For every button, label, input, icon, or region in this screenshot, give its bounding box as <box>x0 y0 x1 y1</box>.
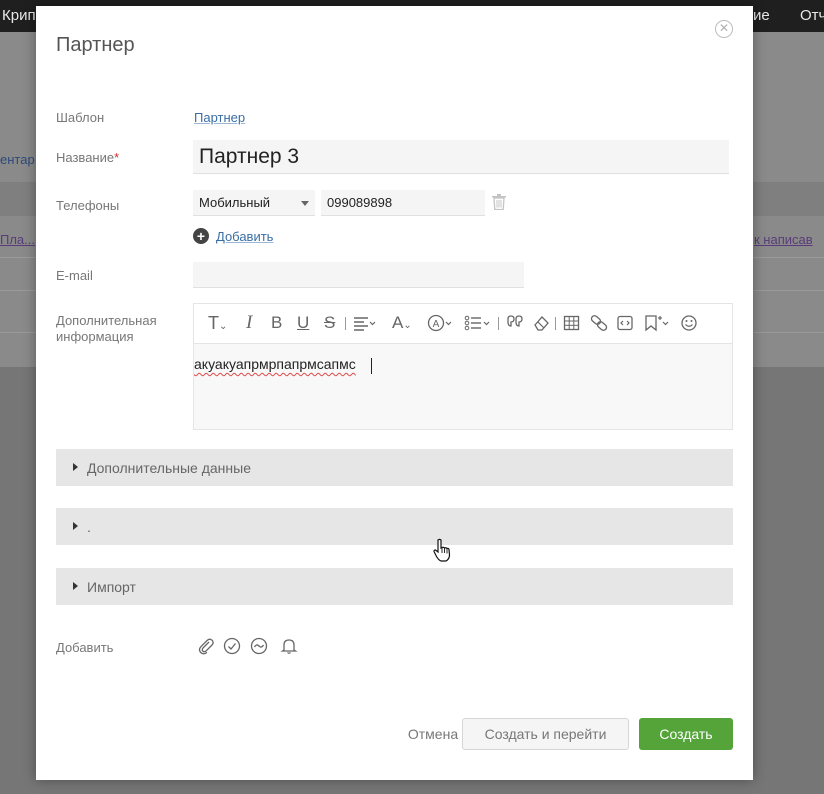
name-label: Название* <box>56 150 120 165</box>
editor-content[interactable]: акуакуапрмрпапрмсапмс <box>194 344 732 429</box>
highlight-icon[interactable]: A <box>427 313 453 333</box>
font-color-icon[interactable]: A⌄ <box>392 313 412 333</box>
bell-icon[interactable] <box>280 637 298 655</box>
dialog-title: Партнер <box>56 34 135 56</box>
info-text: акуакуапрмрпапрмсапмс <box>194 356 356 372</box>
name-input[interactable] <box>193 140 729 174</box>
partner-create-dialog: ✕ Партнер Шаблон Партнер Название* Телеф… <box>36 6 753 780</box>
check-circle-icon[interactable] <box>223 637 241 655</box>
info-label: Дополнительная информация <box>56 313 157 344</box>
trash-icon[interactable] <box>492 194 506 211</box>
section-additional-data[interactable]: Дополнительные данные <box>56 449 733 486</box>
strikethrough-icon[interactable]: S <box>324 313 335 333</box>
hand-cursor-icon <box>432 538 452 562</box>
text-style-icon[interactable]: T⌄ <box>208 313 227 333</box>
chevron-down-icon <box>301 201 309 206</box>
close-icon[interactable]: ✕ <box>715 20 733 38</box>
nav-item[interactable]: Отч <box>800 0 824 32</box>
section-dot[interactable]: . <box>56 508 733 545</box>
underline-icon[interactable]: U <box>297 313 309 333</box>
bold-icon[interactable]: B <box>271 313 282 333</box>
link-icon[interactable] <box>590 313 608 333</box>
section-label: Импорт <box>87 579 136 595</box>
caret-right-icon <box>73 582 78 590</box>
nav-item[interactable]: Крип <box>2 0 36 32</box>
template-label: Шаблон <box>56 110 105 125</box>
background-link[interactable]: Пла... <box>0 232 35 247</box>
add-attachments-label: Добавить <box>56 640 114 655</box>
section-label: . <box>87 519 91 535</box>
eraser-icon[interactable] <box>533 313 551 333</box>
caret-right-icon <box>73 522 78 530</box>
paperclip-icon[interactable] <box>197 637 215 655</box>
phones-label: Телефоны <box>56 198 120 213</box>
email-label: E-mail <box>56 268 93 283</box>
section-import[interactable]: Импорт <box>56 568 733 605</box>
bookmark-add-icon[interactable] <box>643 313 671 333</box>
emoji-icon[interactable] <box>680 313 698 333</box>
background-link[interactable]: к написав <box>754 232 813 247</box>
svg-text:A: A <box>433 319 440 330</box>
template-link[interactable]: Партнер <box>194 110 245 125</box>
align-icon[interactable] <box>353 313 377 333</box>
phone-type-select[interactable]: Мобильный <box>193 190 315 216</box>
embed-file-icon[interactable] <box>616 313 634 333</box>
background-text: ентар <box>0 152 35 167</box>
quote-icon[interactable] <box>506 313 524 333</box>
required-marker: * <box>114 150 120 165</box>
phone-number-input[interactable] <box>321 190 485 216</box>
nav-item[interactable]: ие <box>753 0 770 32</box>
wave-circle-icon[interactable] <box>250 637 268 655</box>
text-cursor <box>371 358 372 374</box>
create-and-go-button[interactable]: Создать и перейти <box>462 718 629 750</box>
caret-right-icon <box>73 463 78 471</box>
add-phone-label: Добавить <box>216 229 274 244</box>
create-button[interactable]: Создать <box>639 718 733 750</box>
italic-icon[interactable]: I <box>246 313 252 333</box>
phone-type-value: Мобильный <box>199 195 271 210</box>
rich-text-editor: T⌄ I B U S A⌄ A акуакуапрмрпапрмсапмс <box>193 303 733 430</box>
editor-toolbar: T⌄ I B U S A⌄ A <box>194 304 732 344</box>
email-input[interactable] <box>193 262 524 288</box>
list-icon[interactable] <box>464 313 492 333</box>
plus-circle-icon: + <box>193 228 209 244</box>
section-label: Дополнительные данные <box>87 460 251 476</box>
table-icon[interactable] <box>563 313 580 333</box>
